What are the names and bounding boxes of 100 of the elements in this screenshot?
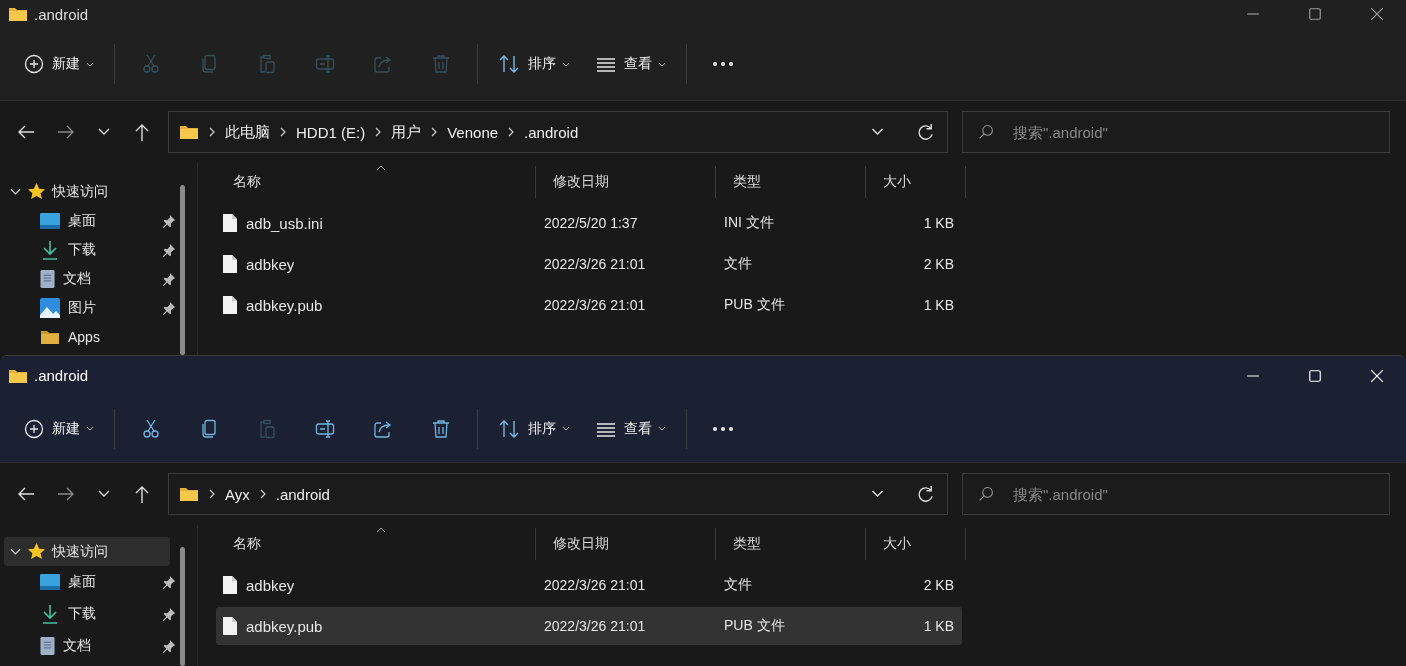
caret-icon <box>86 61 94 67</box>
pin-icon[interactable] <box>162 575 176 589</box>
new-button[interactable]: 新建 <box>14 46 104 82</box>
file-icon <box>222 295 238 315</box>
file-name: adbkey.pub <box>246 296 323 314</box>
file-row[interactable]: adbkey.pub 2022/3/26 21:01 PUB 文件 1 KB <box>216 607 962 645</box>
sidebar-item[interactable]: 下载 <box>4 235 176 264</box>
breadcrumb-item[interactable]: 此电脑 <box>225 122 270 142</box>
chevron-right-icon <box>209 489 215 499</box>
caret-icon <box>86 426 94 431</box>
table-cell-text: 2022/3/26 21:01 <box>543 618 647 634</box>
chevron-down-icon[interactable] <box>871 490 884 498</box>
sidebar-item[interactable]: 下载 <box>4 598 176 630</box>
table-cell-text: 1 KB <box>922 215 955 231</box>
sidebar-item[interactable]: 快速访问 <box>4 177 170 206</box>
pin-icon[interactable] <box>162 242 176 257</box>
pin-icon[interactable] <box>162 213 176 228</box>
chevron-down-icon[interactable] <box>10 547 21 556</box>
pin-icon[interactable] <box>162 300 176 315</box>
sidebar-item[interactable]: 桌面 <box>4 206 176 235</box>
column-header[interactable]: 类型 <box>716 166 866 198</box>
breadcrumb-item[interactable]: HDD1 (E:) <box>296 123 366 141</box>
column-header[interactable]: 大小 <box>866 166 966 198</box>
search-icon <box>978 124 994 140</box>
chevron-down-icon[interactable] <box>98 128 110 136</box>
file-icon <box>222 213 238 233</box>
sidebar-item[interactable]: 文档 <box>4 630 176 662</box>
view-button[interactable]: 查看 <box>586 46 676 82</box>
column-header[interactable]: 大小 <box>866 528 966 560</box>
sort-icon <box>498 54 520 74</box>
folder-icon <box>179 486 199 502</box>
column-header[interactable]: 修改日期 <box>536 166 716 198</box>
refresh-icon[interactable] <box>916 122 935 142</box>
caret-icon <box>562 426 570 431</box>
pin-icon[interactable] <box>162 639 176 653</box>
download-icon <box>40 239 60 260</box>
table-cell-text: 2022/3/26 21:01 <box>543 297 647 313</box>
chevron-right-icon <box>508 127 515 137</box>
close-icon[interactable] <box>1370 368 1384 383</box>
clipboard-icon <box>257 54 277 74</box>
sidebar-item[interactable]: 图片 <box>4 293 176 322</box>
pin-icon[interactable] <box>162 271 176 286</box>
folder-icon <box>8 6 28 22</box>
sidebar-item[interactable]: 快速访问 <box>4 537 170 566</box>
search-field[interactable]: 搜索".android" <box>962 111 1390 153</box>
file-row[interactable]: adb_usb.ini 2022/5/20 1:37 INI 文件 1 KB <box>216 204 962 242</box>
breadcrumb-item[interactable]: Ayx <box>225 485 250 503</box>
plus-circle-icon <box>24 54 44 74</box>
sort-button[interactable]: 排序 <box>488 46 580 82</box>
refresh-icon[interactable] <box>916 484 935 504</box>
table-cell-text: 2 KB <box>922 577 955 593</box>
chevron-down-icon[interactable] <box>98 490 110 498</box>
breadcrumb-item[interactable]: .android <box>275 485 330 503</box>
rename-icon <box>315 418 335 439</box>
table-cell-text: 1 KB <box>922 618 955 634</box>
table-cell-text: 文件 <box>723 255 753 273</box>
new-button[interactable]: 新建 <box>14 410 104 447</box>
share-icon <box>373 54 393 74</box>
column-header[interactable]: 类型 <box>716 528 866 560</box>
scrollbar[interactable] <box>180 185 185 355</box>
search-field[interactable]: 搜索".android" <box>962 473 1390 515</box>
search-icon <box>978 486 994 502</box>
table-cell-text: 2022/3/26 21:01 <box>543 256 647 272</box>
pin-icon[interactable] <box>162 607 176 621</box>
address-bar[interactable]: Ayx .android <box>168 473 948 515</box>
rename-icon <box>315 54 335 74</box>
file-row[interactable]: adbkey.pub 2022/3/26 21:01 PUB 文件 1 KB <box>216 286 962 324</box>
column-header[interactable]: 名称 <box>216 528 536 560</box>
maximize-icon[interactable] <box>1308 368 1322 383</box>
sidebar-item[interactable]: 文档 <box>4 264 176 293</box>
table-cell-text: PUB 文件 <box>723 296 786 314</box>
column-header[interactable]: 名称 <box>216 166 536 198</box>
sidebar-item[interactable]: Apps <box>4 322 176 351</box>
scissors-icon <box>141 418 161 439</box>
column-header[interactable]: 修改日期 <box>536 528 716 560</box>
desktop-icon <box>40 212 60 229</box>
more-icon <box>712 61 734 67</box>
table-cell-text: 文件 <box>723 576 753 594</box>
caret-icon <box>658 426 666 431</box>
chevron-right-icon <box>209 127 215 137</box>
scissors-icon <box>141 54 161 74</box>
chevron-right-icon <box>259 489 266 499</box>
chevron-right-icon <box>280 127 286 137</box>
sort-button[interactable]: 排序 <box>488 410 580 447</box>
trash-icon <box>431 418 451 439</box>
address-bar[interactable]: 此电脑 HDD1 (E:) 用户 Venone .android <box>168 111 948 153</box>
view-button[interactable]: 查看 <box>586 410 676 447</box>
file-row[interactable]: adbkey 2022/3/26 21:01 文件 2 KB <box>216 245 962 283</box>
scrollbar[interactable] <box>180 547 185 666</box>
table-cell-text: INI 文件 <box>723 214 775 232</box>
breadcrumb-item[interactable]: Venone <box>447 123 499 141</box>
document-icon <box>40 636 55 656</box>
chevron-down-icon[interactable] <box>10 187 21 196</box>
file-row[interactable]: adbkey 2022/3/26 21:01 文件 2 KB <box>216 566 962 604</box>
sidebar-item[interactable]: 桌面 <box>4 566 176 598</box>
chevron-down-icon[interactable] <box>871 128 884 136</box>
trash-icon <box>431 54 451 74</box>
breadcrumb-item[interactable]: 用户 <box>391 122 422 142</box>
folder-icon <box>179 124 199 140</box>
breadcrumb-item[interactable]: .android <box>524 123 579 141</box>
